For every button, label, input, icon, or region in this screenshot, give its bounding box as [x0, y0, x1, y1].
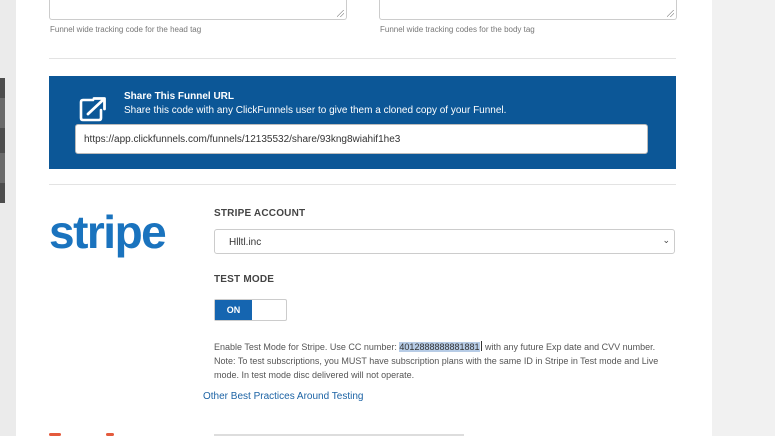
- head-tracking-textarea[interactable]: [49, 0, 347, 20]
- page-gutter: [712, 0, 775, 436]
- stripe-account-select[interactable]: Hlltl.inc ⌄: [214, 229, 675, 254]
- next-section-peek: [49, 432, 469, 436]
- left-sidebar-strip: [0, 0, 16, 436]
- test-mode-label: TEST MODE: [214, 274, 275, 285]
- share-subtitle: Share this code with any ClickFunnels us…: [124, 105, 507, 116]
- test-mode-note: Enable Test Mode for Stripe. Use CC numb…: [214, 340, 684, 382]
- test-mode-toggle[interactable]: ON: [214, 299, 287, 321]
- divider: [49, 184, 676, 185]
- divider: [49, 58, 676, 59]
- share-title: Share This Funnel URL: [124, 91, 235, 102]
- body-tracking-hint: Funnel wide tracking codes for the body …: [380, 25, 535, 34]
- body-tracking-textarea[interactable]: [379, 0, 677, 20]
- left-sidebar-dark-edge: [0, 78, 5, 203]
- external-link-icon: [79, 97, 106, 122]
- note-subscriptions: Note: To test subscriptions, you MUST ha…: [214, 356, 659, 380]
- stripe-logo: stripe: [49, 206, 167, 258]
- resize-handle-icon[interactable]: [667, 10, 674, 17]
- best-practices-link[interactable]: Other Best Practices Around Testing: [203, 391, 363, 402]
- cc-number-highlight: 4012888888881881: [399, 342, 480, 352]
- sidebar-edge-tab[interactable]: [0, 98, 5, 128]
- note-suffix: with any future Exp date and CVV number.: [482, 342, 656, 352]
- resize-handle-icon[interactable]: [337, 10, 344, 17]
- share-funnel-box: Share This Funnel URL Share this code wi…: [49, 76, 676, 169]
- chevron-down-icon: ⌄: [662, 235, 670, 245]
- stripe-account-value: Hlltl.inc: [229, 237, 262, 248]
- share-url-input[interactable]: [75, 124, 648, 154]
- text-cursor-icon: [480, 341, 482, 351]
- note-prefix: Enable Test Mode for Stripe. Use CC numb…: [214, 342, 400, 352]
- toggle-on-state[interactable]: ON: [215, 300, 252, 320]
- sidebar-edge-tab[interactable]: [0, 153, 5, 183]
- stripe-account-label: STRIPE ACCOUNT: [214, 208, 306, 219]
- head-tracking-hint: Funnel wide tracking code for the head t…: [50, 25, 202, 34]
